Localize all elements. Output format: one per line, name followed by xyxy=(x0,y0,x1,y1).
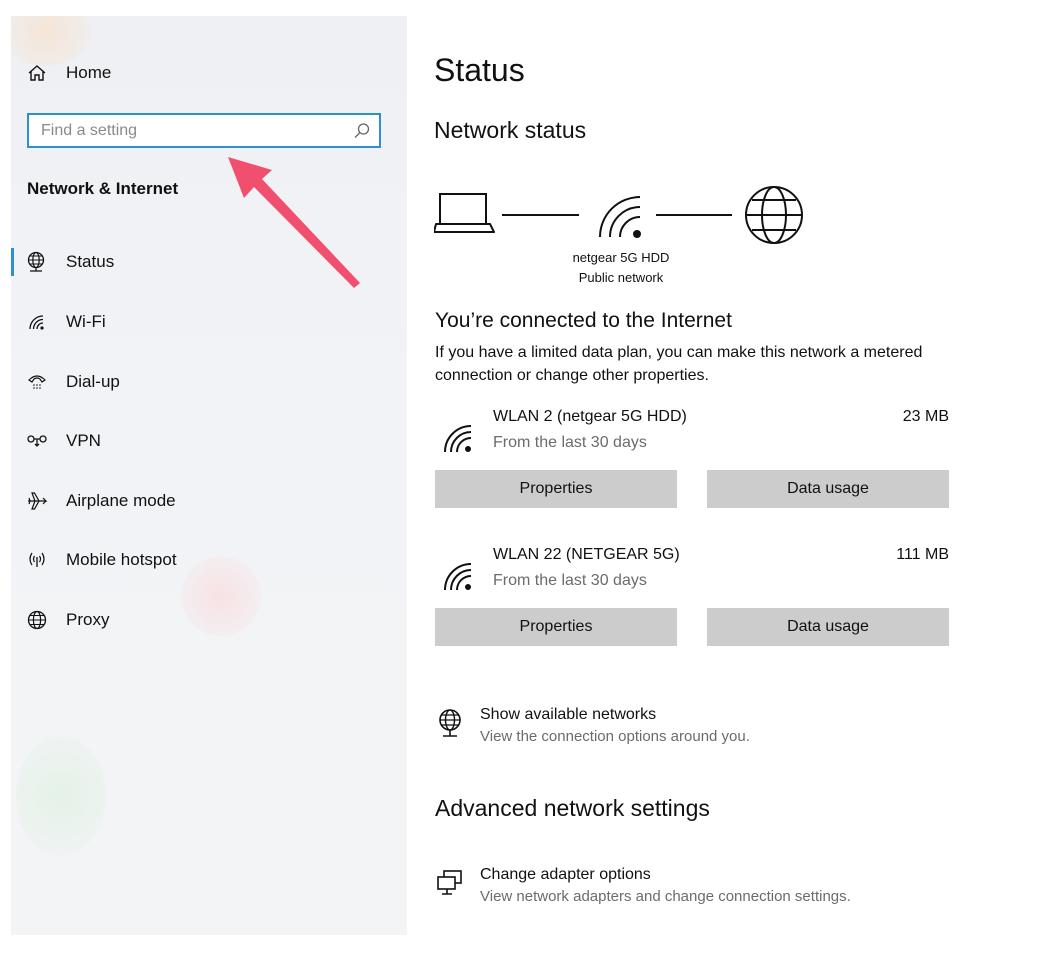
adapter-icon xyxy=(435,868,465,898)
wifi-icon xyxy=(599,196,641,238)
wifi-icon xyxy=(441,420,475,454)
globe-internet-icon xyxy=(745,186,803,244)
search-icon[interactable] xyxy=(353,122,371,140)
network-label: netgear 5G HDD Public network xyxy=(536,248,706,288)
connection-period: From the last 30 days xyxy=(493,572,647,589)
advanced-settings-heading: Advanced network settings xyxy=(435,795,710,821)
network-type: Public network xyxy=(578,270,664,285)
hotspot-icon xyxy=(26,549,48,571)
dialup-icon xyxy=(26,371,48,393)
sidebar-item-vpn[interactable]: VPN xyxy=(11,426,407,456)
data-usage-button[interactable]: Data usage xyxy=(707,608,949,646)
section-title: Network & Internet xyxy=(27,179,179,198)
link-subtitle: View the connection options around you. xyxy=(480,728,750,745)
connection-name: WLAN 22 (NETGEAR 5G) xyxy=(493,546,680,563)
sidebar-item-label: Status xyxy=(66,252,115,271)
properties-button[interactable]: Properties xyxy=(435,470,677,508)
connection-name: WLAN 2 (netgear 5G HDD) xyxy=(493,408,687,425)
home-icon xyxy=(26,62,48,84)
home-label: Home xyxy=(66,63,112,82)
sidebar: Home Network & Internet Status Wi-Fi Dia… xyxy=(11,16,407,935)
connection-item: WLAN 22 (NETGEAR 5G) From the last 30 da… xyxy=(435,546,949,616)
network-status-heading: Network status xyxy=(434,117,587,143)
data-usage-button[interactable]: Data usage xyxy=(707,470,949,508)
page-title: Status xyxy=(434,52,525,88)
wifi-icon xyxy=(441,558,475,592)
laptop-icon xyxy=(434,193,495,233)
sidebar-item-proxy[interactable]: Proxy xyxy=(11,605,407,635)
search-input[interactable] xyxy=(29,115,341,146)
globe-icon xyxy=(26,609,48,631)
globe-status-icon xyxy=(26,251,48,273)
search-box[interactable] xyxy=(27,113,381,148)
change-adapter-options-link[interactable]: Change adapter options View network adap… xyxy=(435,866,955,916)
sidebar-item-label: Airplane mode xyxy=(66,491,176,510)
home-nav-item[interactable]: Home xyxy=(11,58,407,88)
sidebar-item-status[interactable]: Status xyxy=(11,247,407,277)
sidebar-item-label: Mobile hotspot xyxy=(66,550,177,569)
show-available-networks-link[interactable]: Show available networks View the connect… xyxy=(435,706,955,756)
sidebar-item-label: Wi-Fi xyxy=(66,312,106,331)
link-title: Change adapter options xyxy=(480,866,651,883)
sidebar-item-airplane-mode[interactable]: Airplane mode xyxy=(11,486,407,516)
connection-period: From the last 30 days xyxy=(493,434,647,451)
network-name: netgear 5G HDD xyxy=(572,250,670,265)
sidebar-item-wifi[interactable]: Wi-Fi xyxy=(11,307,407,337)
link-subtitle: View network adapters and change connect… xyxy=(480,888,851,905)
wifi-icon xyxy=(26,311,48,333)
connection-item: WLAN 2 (netgear 5G HDD) From the last 30… xyxy=(435,408,949,478)
airplane-icon xyxy=(26,490,48,512)
sidebar-item-mobile-hotspot[interactable]: Mobile hotspot xyxy=(11,545,407,575)
vpn-icon xyxy=(26,430,48,452)
data-usage-amount: 111 MB xyxy=(896,546,949,563)
connected-description: If you have a limited data plan, you can… xyxy=(435,344,923,384)
link-title: Show available networks xyxy=(480,706,657,723)
sidebar-item-dialup[interactable]: Dial-up xyxy=(11,367,407,397)
properties-button[interactable]: Properties xyxy=(435,608,677,646)
sidebar-item-label: Dial-up xyxy=(66,372,120,391)
background-blur xyxy=(16,736,106,856)
data-usage-amount: 23 MB xyxy=(902,408,949,425)
network-globe-icon xyxy=(435,708,465,738)
sidebar-item-label: Proxy xyxy=(66,610,110,629)
connected-heading: You’re connected to the Internet xyxy=(435,309,732,332)
sidebar-item-label: VPN xyxy=(66,431,101,450)
main-content: Status Network status netgear 5G HDD Pub… xyxy=(407,0,1050,954)
